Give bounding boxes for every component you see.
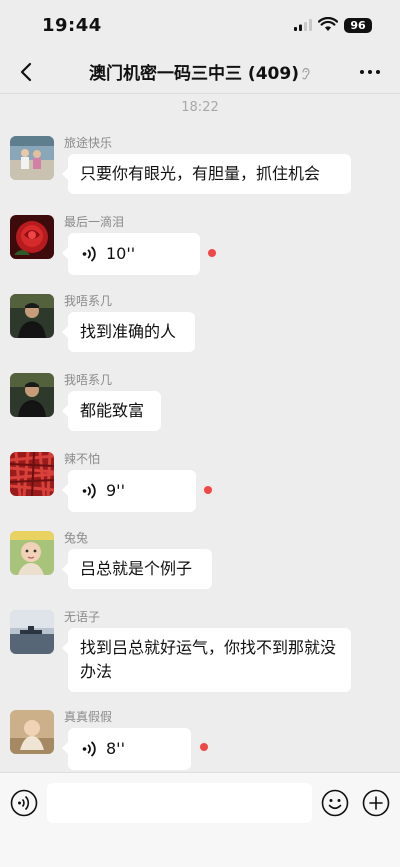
chat-title-text: 澳门机密一码三中三 (409) [89, 64, 299, 84]
sender-name: 最后一滴泪 [64, 215, 125, 229]
input-bar [0, 772, 400, 867]
avatar[interactable] [10, 531, 54, 575]
message-text: 都能致富 [80, 401, 145, 420]
voice-message-bubble[interactable]: 8'' [62, 728, 191, 770]
emoji-icon[interactable] [321, 789, 349, 817]
avatar[interactable] [10, 136, 54, 180]
voice-duration: 9'' [106, 481, 125, 500]
avatar[interactable] [10, 215, 54, 259]
avatar[interactable] [10, 294, 54, 338]
wifi-icon [318, 17, 338, 31]
unread-dot [200, 743, 208, 751]
unread-dot [204, 486, 212, 494]
voice-message-bubble[interactable]: 9'' [62, 470, 196, 512]
status-bar: 19:44 96 [0, 0, 400, 52]
message-text: 找到准确的人 [80, 322, 177, 341]
back-button[interactable] [14, 58, 40, 86]
message-bubble[interactable]: 吕总就是个例子 [62, 549, 212, 589]
plus-icon[interactable] [362, 789, 390, 817]
voice-duration: 8'' [106, 739, 125, 758]
voice-wave-icon [82, 483, 96, 499]
sender-name: 旅途快乐 [64, 136, 113, 150]
voice-message-bubble[interactable]: 10'' [62, 233, 200, 275]
message-text: 吕总就是个例子 [80, 559, 193, 578]
voice-input-icon[interactable] [10, 789, 38, 817]
voice-wave-icon [82, 741, 96, 757]
sender-name: 兔兔 [64, 531, 89, 545]
voice-wave-icon [82, 246, 96, 262]
message-text: 找到吕总就好运气，你找不到那就没办法 [80, 638, 337, 681]
message-input[interactable] [47, 783, 312, 823]
message-bubble[interactable]: 找到吕总就好运气，你找不到那就没办法 [62, 628, 351, 692]
header-divider [0, 93, 400, 94]
signal-icon [294, 19, 312, 31]
message-bubble[interactable]: 都能致富 [62, 391, 161, 431]
sender-name: 无语子 [64, 610, 101, 624]
battery-indicator: 96 [344, 18, 372, 33]
more-button[interactable] [358, 62, 382, 82]
sender-name: 真真假假 [64, 710, 113, 724]
sender-name: 我唔系几 [64, 294, 113, 308]
voice-duration: 10'' [106, 244, 136, 263]
message-bubble[interactable]: 只要你有眼光，有胆量，抓住机会 [62, 154, 351, 194]
avatar[interactable] [10, 710, 54, 754]
unread-dot [208, 249, 216, 257]
avatar[interactable] [10, 610, 54, 654]
ear-icon [302, 67, 310, 80]
message-bubble[interactable]: 找到准确的人 [62, 312, 195, 352]
chat-title[interactable]: 澳门机密一码三中三 (409) [60, 59, 340, 84]
sender-name: 我唔系几 [64, 373, 113, 387]
message-timestamp: 18:22 [181, 100, 219, 115]
message-text: 只要你有眼光，有胆量，抓住机会 [80, 164, 321, 183]
avatar[interactable] [10, 452, 54, 496]
status-time: 19:44 [42, 15, 102, 36]
sender-name: 辣不怕 [64, 452, 101, 466]
nav-bar: 澳门机密一码三中三 (409) [0, 52, 400, 92]
avatar[interactable] [10, 373, 54, 417]
